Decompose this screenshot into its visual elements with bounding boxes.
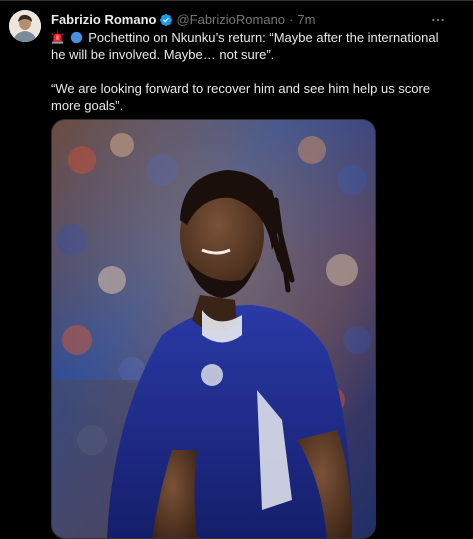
verified-badge-icon xyxy=(159,13,173,27)
author-avatar[interactable] xyxy=(9,10,41,42)
more-horizontal-icon[interactable] xyxy=(429,11,447,29)
siren-emoji-icon xyxy=(51,31,64,44)
author-name[interactable]: Fabrizio Romano xyxy=(51,11,156,29)
blue-circle-emoji-icon xyxy=(70,31,83,44)
separator-dot: · xyxy=(289,12,294,27)
tweet-line-1: Pochettino on Nkunku’s return: “Maybe af… xyxy=(51,30,439,62)
tweet-photo[interactable] xyxy=(51,119,376,539)
tweet-paragraph-1: Pochettino on Nkunku’s return: “Maybe af… xyxy=(51,29,451,63)
tweet-line-2: “We are looking forward to recover him a… xyxy=(51,81,431,113)
tweet-text: Pochettino on Nkunku’s return: “Maybe af… xyxy=(51,29,451,114)
tweet-paragraph-2: “We are looking forward to recover him a… xyxy=(51,80,451,114)
tweet-header: Fabrizio Romano @FabrizioRomano · 7m xyxy=(51,11,433,29)
timestamp[interactable]: 7m xyxy=(297,11,315,29)
author-handle[interactable]: @FabrizioRomano xyxy=(176,11,285,29)
tweet-card[interactable]: Fabrizio Romano @FabrizioRomano · 7m Poc… xyxy=(0,0,473,539)
